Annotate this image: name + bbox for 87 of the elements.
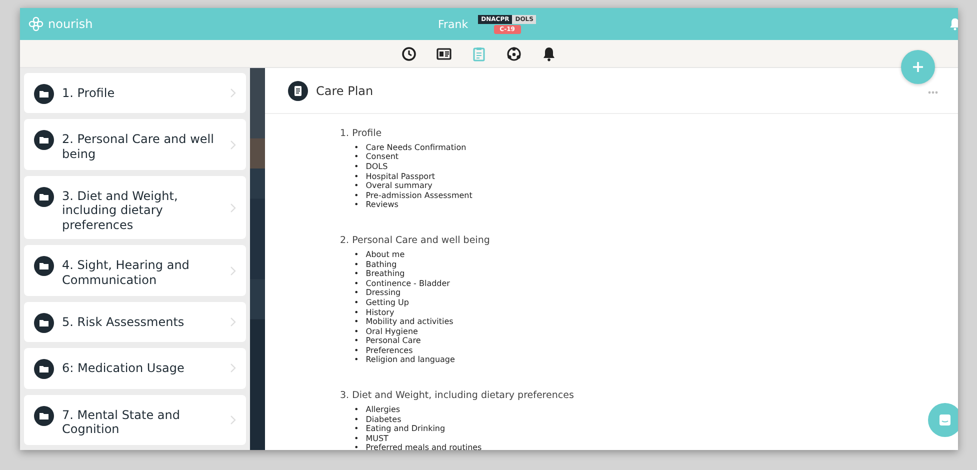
list-item: Consent [366,152,399,162]
bullet: • [354,152,359,162]
care-plan-section-item[interactable]: 1. Profile [24,73,246,114]
list-item: History [366,308,394,317]
section-heading: 2. Personal Care and well being [340,235,491,246]
bullet: • [354,443,359,450]
folder-icon [34,359,54,380]
list-item: Diabetes [366,414,402,424]
bell-tab[interactable] [541,46,557,62]
chevron-icon [230,202,236,213]
section-heading: 3. Diet and Weight, including dietary preferences [340,390,575,402]
bullet: • [354,278,359,289]
id-card-tab[interactable] [436,46,452,62]
list-item: Care Needs Confirmation [366,142,466,153]
bell-icon[interactable] [948,16,958,32]
bullet: • [354,288,359,298]
folder-icon [34,130,54,150]
list-item: Continence - Bladder [366,278,450,288]
bullet: • [354,260,359,270]
bullet: • [354,172,359,182]
clipboard-tab[interactable] [471,46,487,62]
bullet: • [354,346,359,356]
page-title: Care Plan [316,84,374,98]
chevron-icon [230,363,236,374]
list-item: Reviews [366,200,398,210]
folder-icon [34,312,54,333]
bullet: • [354,434,359,444]
bullet: • [354,190,359,201]
list-item: Allergies [366,405,400,416]
more-icon[interactable] [928,91,938,94]
network-tab[interactable] [506,46,522,62]
care-plan-section-item[interactable]: 6: Medication Usage [24,348,246,389]
list-item: Mobility and activities [366,317,454,328]
bullet: • [354,405,359,416]
bullet: • [354,181,359,192]
list-item: About me [366,250,405,260]
folder-icon [34,186,54,207]
bullet: • [354,317,359,328]
chevron-icon [230,88,236,98]
bullet: • [354,336,359,346]
list-item: Oral Hygiene [366,326,418,336]
bullet: • [354,355,359,366]
resident-name: Frank [438,18,468,30]
chevron-icon [230,317,236,328]
bullet: • [354,414,359,425]
list-item: Personal Care [366,336,421,346]
brand-name: nourish [48,17,93,31]
plus-icon [912,61,924,73]
list-item: Preferences [366,346,413,356]
list-item: Dressing [366,288,401,298]
bullet: • [354,326,359,337]
section-heading: 1. Profile [340,128,383,139]
bullet: • [354,269,359,280]
chevron-icon [230,140,236,150]
list-item: MUST [366,434,388,444]
list-item: Breathing [366,269,405,280]
bullet: • [354,162,359,172]
bullet: • [354,298,359,308]
list-item: Overal summary [366,181,432,192]
list-item: Pre-admission Assessment [366,190,472,200]
bullet: • [354,200,359,210]
care-plan-section-item[interactable]: 2. Personal Care and well being [24,119,246,170]
add-button[interactable] [901,50,935,84]
chat-icon [939,414,951,426]
list-item: Eating and Drinking [366,424,446,434]
chat-button[interactable] [928,403,958,437]
list-item: Religion and language [366,355,455,366]
bullet: • [354,424,359,434]
folder-icon [34,256,54,276]
list-item: Hospital Passport [366,172,436,182]
chevron-icon [230,414,236,425]
flower-logo-icon [28,16,44,32]
clock-tab[interactable] [401,46,417,62]
list-item: DOLS [366,162,388,172]
bullet: • [354,308,359,318]
care-plan-section-item[interactable]: 7. Mental State and Cognition [24,394,246,446]
bullet: • [354,250,359,260]
care-plan-section-item[interactable]: 4. Sight, Hearing and Communication [24,245,246,296]
folder-icon [34,406,54,426]
document-icon [288,80,308,100]
list-item: Getting Up [366,298,409,308]
list-item: Bathing [366,260,397,270]
folder-icon [34,84,54,104]
care-plan-section-item[interactable]: 3. Diet and Weight, including dietary preferences [24,176,246,240]
bullet: • [354,142,359,153]
chevron-icon [230,266,236,276]
care-plan-section-item[interactable]: 5. Risk Assessments [24,302,246,342]
